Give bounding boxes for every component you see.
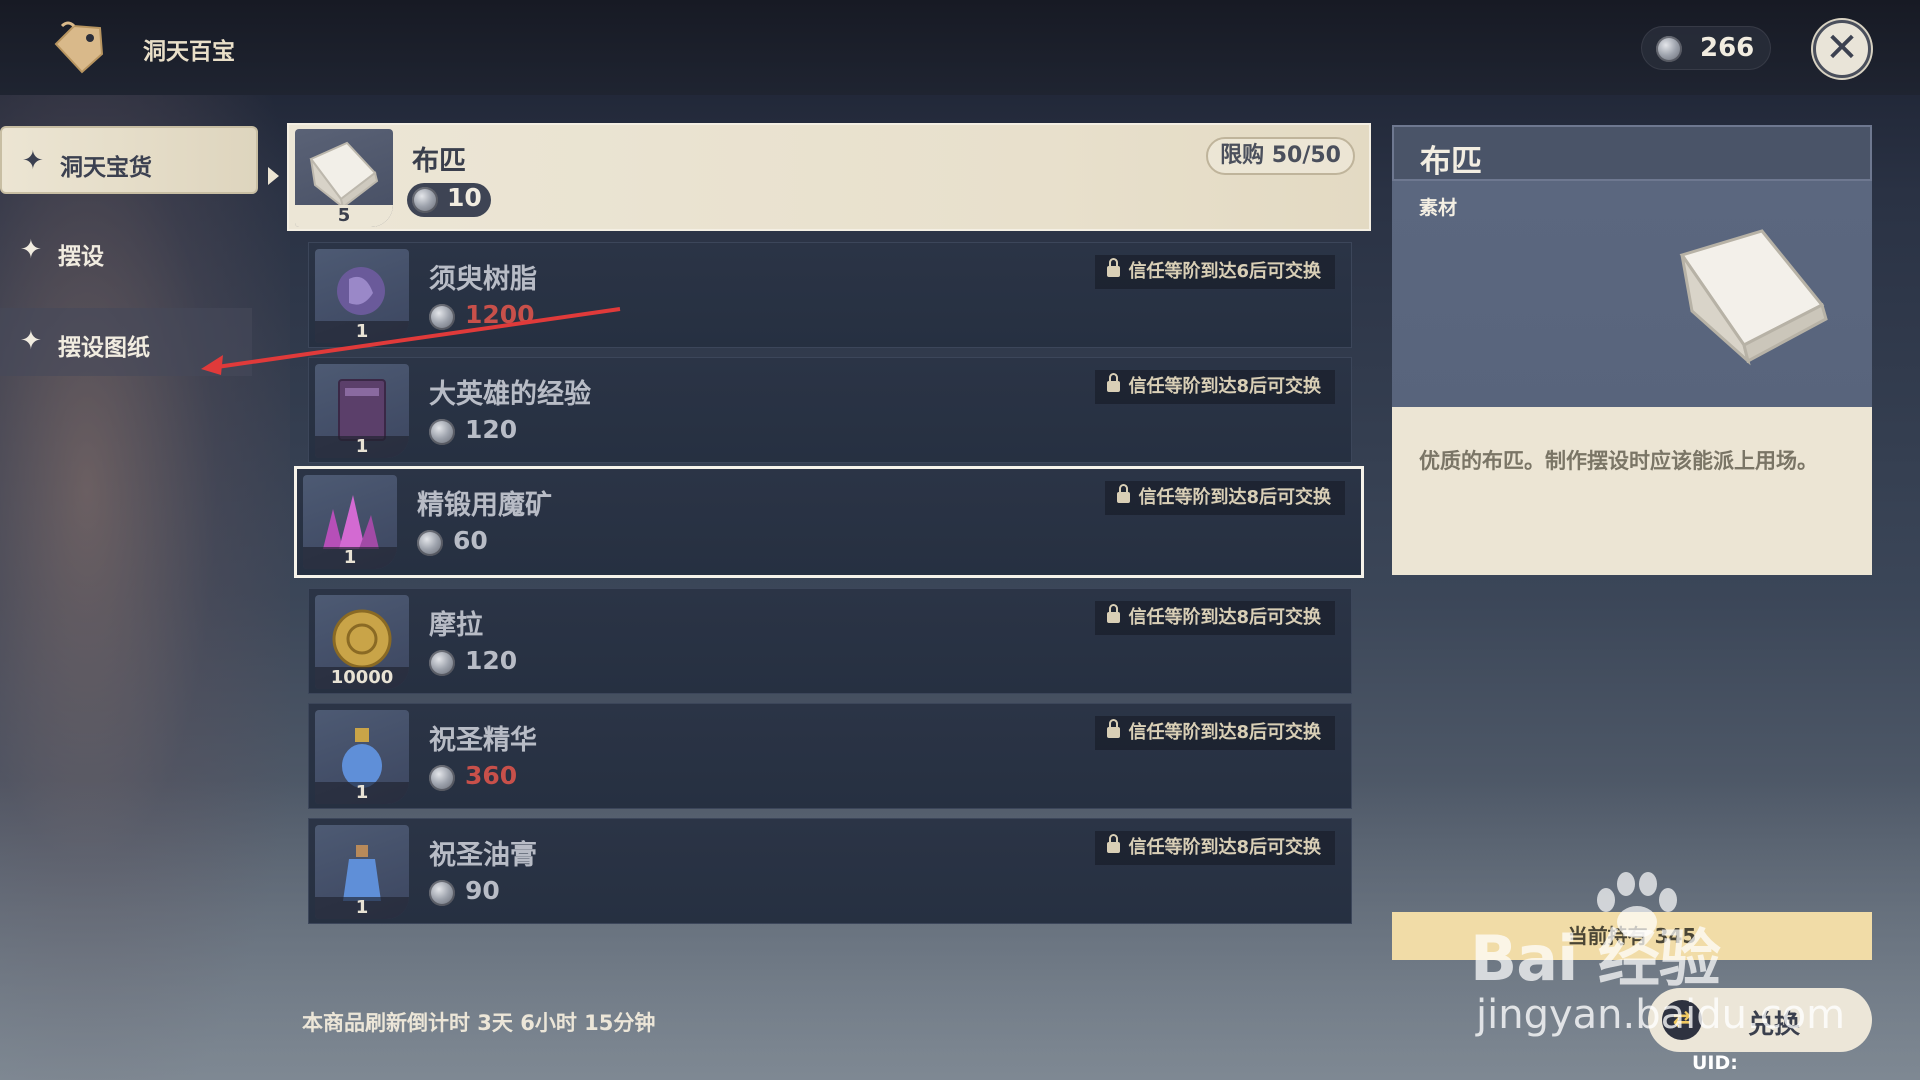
lock-text: 信任等阶到达6后可交换 xyxy=(1128,261,1321,282)
item-name: 布匹 xyxy=(412,146,466,177)
price-value: 60 xyxy=(453,526,488,555)
item-quantity: 10000 xyxy=(315,667,409,689)
realm-currency-icon xyxy=(1656,36,1682,62)
item-price: 10 xyxy=(407,183,491,217)
item-thumbnail: 1 xyxy=(315,364,409,458)
item-quantity: 1 xyxy=(315,782,409,804)
lock-text: 信任等阶到达8后可交换 xyxy=(1128,722,1321,743)
nav-item-label: 洞天宝货 xyxy=(60,155,152,181)
nav-item-label: 摆设 xyxy=(58,244,104,270)
shop-item-mystic-enhancement-ore[interactable]: 1 精锻用魔矿 60 信任等阶到达8后可交换 xyxy=(294,466,1364,578)
shop-item-cloth[interactable]: 5 布匹 10 限购 50/50 xyxy=(287,123,1371,231)
realm-currency-icon xyxy=(429,880,455,906)
cloth-icon xyxy=(1679,229,1828,366)
refresh-countdown: 本商品刷新倒计时 3天 6小时 15分钟 xyxy=(302,1011,656,1035)
watermark-url: jingyan.baidu.com xyxy=(1476,992,1846,1038)
locked-requirement: 信任等阶到达8后可交换 xyxy=(1095,370,1335,404)
lock-text: 信任等阶到达8后可交换 xyxy=(1128,607,1321,628)
lock-text: 信任等阶到达8后可交换 xyxy=(1138,487,1331,508)
realm-currency-icon xyxy=(429,650,455,676)
detail-description-box: 优质的布匹。制作摆设时应该能派上用场。 xyxy=(1392,407,1872,575)
detail-header: 布匹 xyxy=(1392,125,1872,181)
star-icon: ✦ xyxy=(22,146,44,176)
lock-text: 信任等阶到达8后可交换 xyxy=(1128,837,1321,858)
purchase-limit-badge: 限购 50/50 xyxy=(1206,137,1355,175)
item-detail-panel: 布匹 素材 优质的布匹。制作摆设时应该能派上用场。 xyxy=(1392,125,1872,575)
locked-requirement: 信任等阶到达6后可交换 xyxy=(1095,255,1335,289)
item-name: 须臾树脂 xyxy=(429,264,537,295)
item-thumbnail: 1 xyxy=(315,825,409,919)
lock-icon xyxy=(1107,834,1121,853)
item-name: 摩拉 xyxy=(429,610,483,641)
lock-icon xyxy=(1107,719,1121,738)
close-icon: ✕ xyxy=(1825,25,1859,71)
locked-requirement: 信任等阶到达8后可交换 xyxy=(1105,481,1345,515)
item-quantity: 1 xyxy=(315,897,409,919)
item-quantity: 1 xyxy=(315,436,409,458)
price-value: 360 xyxy=(465,761,518,790)
nav-selected-indicator xyxy=(268,167,279,185)
realm-currency-icon xyxy=(412,187,438,213)
shop-item-mora[interactable]: 10000 摩拉 120 信任等阶到达8后可交换 xyxy=(308,588,1352,694)
price-value: 120 xyxy=(465,415,518,444)
item-name: 精锻用魔矿 xyxy=(417,490,552,521)
currency-amount: 266 xyxy=(1700,33,1755,63)
price-value: 120 xyxy=(465,646,518,675)
watermark-logo: Bai 经验 xyxy=(1470,922,1721,995)
lock-icon xyxy=(1107,604,1121,623)
shop-item-sanctifying-unction[interactable]: 1 祝圣油膏 90 信任等阶到达8后可交换 xyxy=(308,818,1352,924)
locked-requirement: 信任等阶到达8后可交换 xyxy=(1095,831,1335,865)
nav-item-label: 摆设图纸 xyxy=(58,335,150,361)
star-icon: ✦ xyxy=(20,235,42,265)
uid-label: UID: xyxy=(1692,1052,1738,1074)
annotation-arrow xyxy=(201,307,621,375)
item-thumbnail: 1 xyxy=(315,710,409,804)
price-tag-icon xyxy=(54,21,104,74)
item-name: 大英雄的经验 xyxy=(429,379,591,410)
realm-currency-display: 266 xyxy=(1641,26,1771,70)
item-thumbnail: 1 xyxy=(303,475,397,569)
item-thumbnail: 10000 xyxy=(315,595,409,689)
item-name: 祝圣精华 xyxy=(429,725,537,756)
item-name: 祝圣油膏 xyxy=(429,840,537,871)
page-title: 洞天百宝 xyxy=(143,39,235,65)
lock-icon xyxy=(1107,258,1121,277)
shop-item-sanctifying-essence[interactable]: 1 祝圣精华 360 信任等阶到达8后可交换 xyxy=(308,703,1352,809)
price-value: 10 xyxy=(447,183,482,212)
realm-currency-icon xyxy=(429,419,455,445)
detail-category: 素材 xyxy=(1419,197,1458,219)
item-thumbnail: 5 xyxy=(295,129,393,227)
locked-requirement: 信任等阶到达8后可交换 xyxy=(1095,716,1335,750)
star-icon: ✦ xyxy=(20,326,42,356)
item-quantity: 1 xyxy=(303,547,397,569)
price-value: 90 xyxy=(465,876,500,905)
realm-currency-icon xyxy=(417,530,443,556)
item-quantity: 5 xyxy=(295,205,393,227)
nav-item-furnishings[interactable]: ✦ 摆设 xyxy=(0,217,252,285)
lock-icon xyxy=(1117,484,1131,503)
detail-description: 优质的布匹。制作摆设时应该能派上用场。 xyxy=(1419,449,1818,473)
lock-icon xyxy=(1107,373,1121,392)
close-button[interactable]: ✕ xyxy=(1813,20,1871,78)
locked-requirement: 信任等阶到达8后可交换 xyxy=(1095,601,1335,635)
detail-title: 布匹 xyxy=(1420,144,1482,180)
nav-item-realm-goods[interactable]: ✦ 洞天宝货 xyxy=(0,126,258,194)
top-bar: 洞天百宝 266 ✕ xyxy=(0,0,1920,95)
realm-currency-icon xyxy=(429,765,455,791)
lock-text: 信任等阶到达8后可交换 xyxy=(1128,376,1321,397)
